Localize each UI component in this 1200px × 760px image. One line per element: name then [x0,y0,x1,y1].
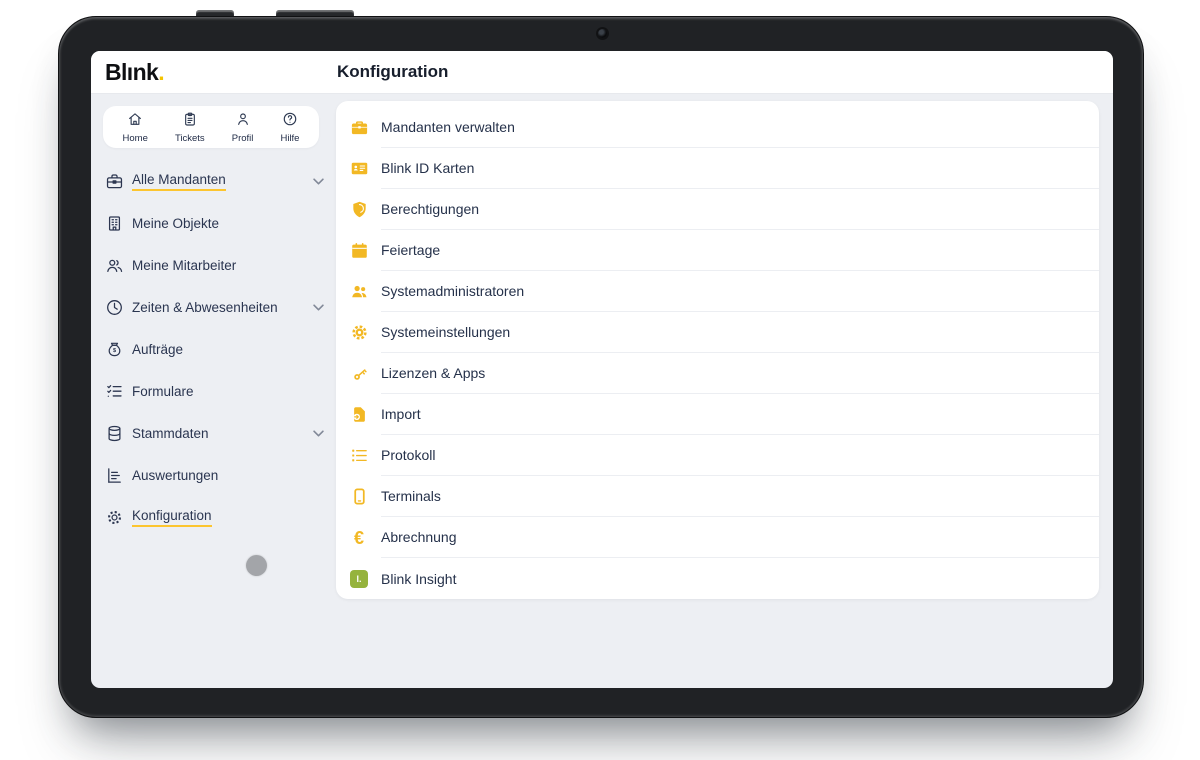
sidebar-nav: Alle Mandanten Meine Objekte Meine Mitar… [91,160,336,538]
config-item-berechtigungen[interactable]: Berechtigungen [336,189,1099,230]
touch-cursor-indicator [246,555,267,576]
page-title: Konfiguration [337,62,448,82]
checklist-icon [105,382,124,401]
briefcase-icon [349,118,369,138]
gear-icon [349,323,369,343]
clock-icon [105,298,124,317]
database-icon [105,424,124,443]
import-icon [349,405,369,425]
chevron-down-icon [313,304,324,311]
topnav-home[interactable]: Home [123,111,148,144]
money-bag-icon: $ [105,340,124,359]
briefcase-icon [105,172,124,191]
app-screen: Blınk. Konfiguration Home Tickets [91,51,1113,688]
calendar-icon [349,241,369,261]
shield-icon [349,200,369,220]
building-icon [105,214,124,233]
sidebar-item-auswertungen[interactable]: Auswertungen [105,454,330,496]
config-item-feiertage[interactable]: Feiertage [336,230,1099,271]
svg-text:$: $ [113,347,116,353]
topnav-help[interactable]: Hilfe [280,111,299,144]
sidebar-item-konfiguration[interactable]: Konfiguration [105,496,330,538]
people-icon [105,256,124,275]
config-item-terminals[interactable]: Terminals [336,476,1099,517]
euro-icon: € [349,528,369,548]
page: Blınk. Konfiguration Home Tickets [0,0,1200,760]
config-item-protokoll[interactable]: Protokoll [336,435,1099,476]
topnav-profile[interactable]: Profil [232,111,254,144]
config-item-systemeinstellungen[interactable]: Systemeinstellungen [336,312,1099,353]
chevron-down-icon [313,430,324,437]
id-card-icon [349,159,369,179]
config-item-lizenzen-apps[interactable]: Lizenzen & Apps [336,353,1099,394]
sidebar-item-zeiten-abwesenheiten[interactable]: Zeiten & Abwesenheiten [105,286,330,328]
chevron-down-icon [313,178,324,185]
sidebar-item-meine-mitarbeiter[interactable]: Meine Mitarbeiter [105,244,330,286]
sidebar-item-meine-objekte[interactable]: Meine Objekte [105,202,330,244]
blink-logo: Blınk. [91,59,164,86]
sidebar: Home Tickets Profil Hilfe [91,94,336,687]
chart-icon [105,466,124,485]
config-item-import[interactable]: Import [336,394,1099,435]
app-header: Blınk. Konfiguration [91,51,1113,94]
configuration-list: Mandanten verwalten Blink ID Karten Bere… [336,101,1099,599]
config-item-blink-id-karten[interactable]: Blink ID Karten [336,148,1099,189]
logo-dot-icon: . [158,59,164,85]
config-item-systemadministratoren[interactable]: Systemadministratoren [336,271,1099,312]
sidebar-item-alle-mandanten[interactable]: Alle Mandanten [105,160,330,202]
help-icon [282,111,298,132]
key-icon [349,364,369,384]
terminal-icon [349,487,369,507]
tickets-icon [182,111,198,132]
sidebar-item-formulare[interactable]: Formulare [105,370,330,412]
profile-icon [235,111,251,132]
gear-icon [105,508,124,527]
config-item-mandanten-verwalten[interactable]: Mandanten verwalten [336,107,1099,148]
list-icon [349,446,369,466]
insight-icon: I. [349,569,369,589]
sidebar-item-stammdaten[interactable]: Stammdaten [105,412,330,454]
front-camera [598,29,607,38]
top-nav-card: Home Tickets Profil Hilfe [103,106,319,148]
users-icon [349,282,369,302]
main-content: Mandanten verwalten Blink ID Karten Bere… [336,94,1113,687]
topnav-tickets[interactable]: Tickets [175,111,205,144]
config-item-blink-insight[interactable]: I. Blink Insight [336,558,1099,599]
sidebar-item-auftraege[interactable]: $ Aufträge [105,328,330,370]
home-icon [127,111,143,132]
config-item-abrechnung[interactable]: € Abrechnung [336,517,1099,558]
tablet-frame: Blınk. Konfiguration Home Tickets [58,16,1144,718]
